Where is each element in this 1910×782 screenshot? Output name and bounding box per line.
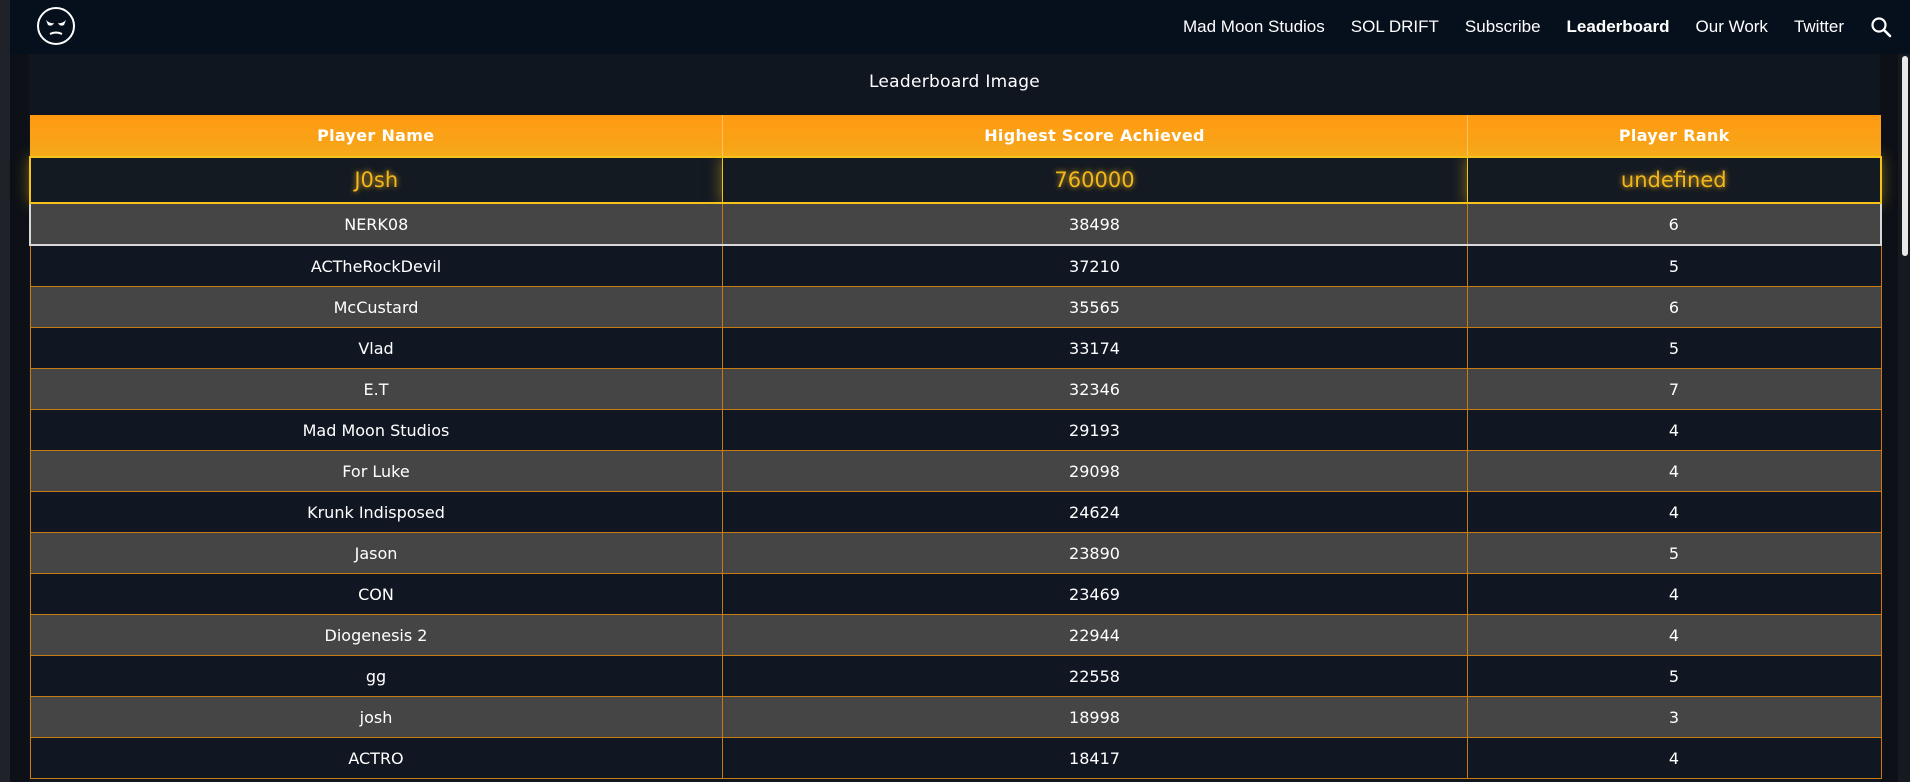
table-row: E.T 32346 7 xyxy=(29,368,1882,410)
score-cell: 38498 xyxy=(721,202,1468,246)
rank-cell: 4 xyxy=(1466,614,1882,656)
score-cell: 23469 xyxy=(721,573,1468,615)
player-name-cell: gg xyxy=(29,655,723,697)
table-row: For Luke 29098 4 xyxy=(29,450,1882,492)
player-name-cell: Mad Moon Studios xyxy=(29,409,723,451)
player-name-cell: NERK08 xyxy=(29,202,723,246)
rank-cell: 6 xyxy=(1466,202,1882,246)
main-content: Leaderboard Image Player Name Highest Sc… xyxy=(29,54,1882,782)
score-cell: 29193 xyxy=(721,409,1468,451)
left-edge-strip xyxy=(0,0,10,782)
nav-link-sol-drift[interactable]: SOL DRIFT xyxy=(1351,17,1439,37)
nav-link-mad-moon-studios[interactable]: Mad Moon Studios xyxy=(1183,17,1325,37)
score-cell: 22558 xyxy=(721,655,1468,697)
rank-cell: 6 xyxy=(1466,286,1882,328)
player-name-cell: ACTheRockDevil xyxy=(29,244,723,287)
score-cell: 18417 xyxy=(721,737,1468,779)
rank-cell: 4 xyxy=(1466,409,1882,451)
column-header-player-name: Player Name xyxy=(30,115,723,157)
rank-cell: 3 xyxy=(1466,696,1882,738)
nav-link-twitter[interactable]: Twitter xyxy=(1794,17,1844,37)
scrollbar-thumb[interactable] xyxy=(1902,56,1908,256)
column-header-player-rank: Player Rank xyxy=(1467,115,1881,157)
alien-face-icon[interactable] xyxy=(36,6,76,46)
search-icon[interactable] xyxy=(1870,16,1892,38)
table-row: Krunk Indisposed 24624 4 xyxy=(29,491,1882,533)
score-cell: 37210 xyxy=(721,244,1468,287)
nav-links: Mad Moon Studios SOL DRIFT Subscribe Lea… xyxy=(1157,0,1910,54)
leaderboard-table: Player Name Highest Score Achieved Playe… xyxy=(29,115,1882,779)
score-cell: 32346 xyxy=(721,368,1468,410)
player-name-cell: josh xyxy=(29,696,723,738)
player-name-cell: For Luke xyxy=(29,450,723,492)
rank-cell: 4 xyxy=(1466,450,1882,492)
player-name-cell: E.T xyxy=(29,368,723,410)
highlighted-player-row: J0sh 760000 undefined xyxy=(29,156,1882,204)
page-title: Leaderboard Image xyxy=(868,72,1041,92)
player-name-cell: Krunk Indisposed xyxy=(29,491,723,533)
table-row: CON 23469 4 xyxy=(29,573,1882,615)
rank-cell: 5 xyxy=(1466,532,1882,574)
table-row: gg 22558 5 xyxy=(29,655,1882,697)
rank-cell: 4 xyxy=(1466,491,1882,533)
score-cell: 760000 xyxy=(721,156,1468,204)
player-name-cell: McCustard xyxy=(29,286,723,328)
score-cell: 33174 xyxy=(721,327,1468,369)
table-row: Jason 23890 5 xyxy=(29,532,1882,574)
score-cell: 35565 xyxy=(721,286,1468,328)
score-cell: 24624 xyxy=(721,491,1468,533)
player-name-cell: Vlad xyxy=(29,327,723,369)
table-row: NERK08 38498 6 xyxy=(29,202,1882,246)
player-name-cell: ACTRO xyxy=(29,737,723,779)
table-row: ACTRO 18417 4 xyxy=(29,737,1882,779)
table-row: Mad Moon Studios 29193 4 xyxy=(29,409,1882,451)
table-row: josh 18998 3 xyxy=(29,696,1882,738)
table-row: ACTheRockDevil 37210 5 xyxy=(29,244,1882,287)
top-navigation-bar: Mad Moon Studios SOL DRIFT Subscribe Lea… xyxy=(10,0,1910,54)
player-name-cell: Diogenesis 2 xyxy=(29,614,723,656)
table-row: Diogenesis 2 22944 4 xyxy=(29,614,1882,656)
score-cell: 22944 xyxy=(721,614,1468,656)
nav-link-subscribe[interactable]: Subscribe xyxy=(1465,17,1541,37)
column-header-highest-score: Highest Score Achieved xyxy=(722,115,1468,157)
player-name-cell: Jason xyxy=(29,532,723,574)
nav-link-leaderboard[interactable]: Leaderboard xyxy=(1567,17,1670,37)
table-row: Vlad 33174 5 xyxy=(29,327,1882,369)
rank-cell: undefined xyxy=(1466,156,1882,204)
nav-link-our-work[interactable]: Our Work xyxy=(1696,17,1768,37)
player-name-cell: J0sh xyxy=(29,156,723,204)
rank-cell: 5 xyxy=(1466,327,1882,369)
score-cell: 29098 xyxy=(721,450,1468,492)
player-name-cell: CON xyxy=(29,573,723,615)
score-cell: 18998 xyxy=(721,696,1468,738)
score-cell: 23890 xyxy=(721,532,1468,574)
rank-cell: 4 xyxy=(1466,737,1882,779)
rank-cell: 4 xyxy=(1466,573,1882,615)
table-header-row: Player Name Highest Score Achieved Playe… xyxy=(30,115,1881,157)
rank-cell: 5 xyxy=(1466,244,1882,287)
table-row: McCustard 35565 6 xyxy=(29,286,1882,328)
rank-cell: 5 xyxy=(1466,655,1882,697)
rank-cell: 7 xyxy=(1466,368,1882,410)
